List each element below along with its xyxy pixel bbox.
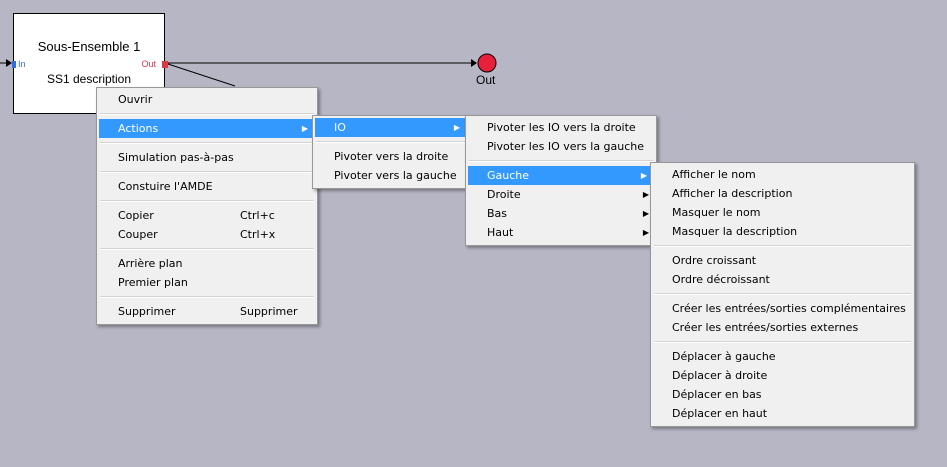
shortcut-label: Supprimer — [240, 305, 298, 318]
menu-item-label: Afficher la description — [672, 187, 793, 200]
menu-item-label: Déplacer à droite — [672, 369, 768, 382]
menu-item-creer-externes[interactable]: Créer les entrées/sorties externes — [651, 318, 914, 337]
submenu-arrow-icon: ▶ — [642, 209, 649, 218]
menu-separator — [654, 341, 911, 343]
drag-wire — [167, 63, 236, 87]
menu-separator — [100, 248, 314, 250]
context-menu: Ouvrir Actions ▶ Simulation pas-à-pas Con… — [96, 87, 318, 325]
menu-item-pivoter-io-droite[interactable]: Pivoter les IO vers la droite — [466, 118, 656, 137]
menu-item-creer-complementaires[interactable]: Créer les entrées/sorties complémentaire… — [651, 299, 914, 318]
in-port-label: In — [18, 59, 26, 69]
menu-item-gauche[interactable]: Gauche ▶ — [468, 166, 654, 185]
menu-item-label: Déplacer en bas — [672, 388, 762, 401]
io-submenu: Pivoter les IO vers la droite Pivoter le… — [465, 115, 657, 246]
menu-item-masquer-description[interactable]: Masquer la description — [651, 222, 914, 241]
menu-separator — [100, 200, 314, 202]
menu-item-label: Ordre décroissant — [672, 273, 770, 286]
menu-item-label: Simulation pas-à-pas — [118, 151, 234, 164]
menu-item-label: Déplacer en haut — [672, 407, 768, 420]
submenu-arrow-icon: ▶ — [642, 190, 649, 199]
menu-item-label: Constuire l'AMDE — [118, 180, 213, 193]
out-port-marker[interactable] — [162, 61, 168, 68]
menu-item-couper[interactable]: Couper Ctrl+x — [97, 225, 317, 244]
menu-item-deplacer-bas[interactable]: Déplacer en bas — [651, 385, 914, 404]
out-port-label: Out — [141, 59, 156, 69]
menu-item-label: Pivoter vers la droite — [334, 150, 449, 163]
menu-item-label: Bas — [487, 207, 508, 220]
menu-item-label: IO — [334, 121, 346, 134]
menu-item-pivoter-gauche[interactable]: Pivoter vers la gauche — [313, 166, 469, 185]
menu-item-label: Ordre croissant — [672, 254, 757, 267]
menu-item-premier-plan[interactable]: Premier plan — [97, 273, 317, 292]
menu-item-copier[interactable]: Copier Ctrl+c — [97, 206, 317, 225]
menu-item-label: Haut — [487, 226, 514, 239]
output-node-circle[interactable] — [477, 53, 497, 73]
menu-item-masquer-nom[interactable]: Masquer le nom — [651, 203, 914, 222]
menu-item-label: Afficher le nom — [672, 168, 756, 181]
menu-item-construire-amde[interactable]: Constuire l'AMDE — [97, 177, 317, 196]
menu-item-label: Droite — [487, 188, 521, 201]
menu-item-simulation[interactable]: Simulation pas-à-pas — [97, 148, 317, 167]
output-node-label: Out — [476, 73, 496, 87]
menu-item-ordre-croissant[interactable]: Ordre croissant — [651, 251, 914, 270]
submenu-arrow-icon: ▶ — [640, 171, 647, 180]
menu-item-label: Déplacer à gauche — [672, 350, 776, 363]
menu-item-label: Copier — [118, 209, 154, 222]
block-description: SS1 description — [46, 72, 132, 86]
menu-item-afficher-nom[interactable]: Afficher le nom — [651, 165, 914, 184]
menu-item-deplacer-haut[interactable]: Déplacer en haut — [651, 404, 914, 423]
menu-item-deplacer-gauche[interactable]: Déplacer à gauche — [651, 347, 914, 366]
menu-item-io[interactable]: IO ▶ — [315, 118, 467, 137]
menu-item-label: Gauche — [487, 169, 530, 182]
menu-item-label: Premier plan — [118, 276, 188, 289]
menu-item-deplacer-droite[interactable]: Déplacer à droite — [651, 366, 914, 385]
menu-item-label: Masquer la description — [672, 225, 798, 238]
menu-item-label: Ouvrir — [118, 93, 153, 106]
menu-item-haut[interactable]: Haut ▶ — [466, 223, 656, 242]
menu-separator — [100, 171, 314, 173]
menu-item-actions[interactable]: Actions ▶ — [99, 119, 315, 138]
menu-item-pivoter-droite[interactable]: Pivoter vers la droite — [313, 147, 469, 166]
block-title: Sous-Ensemble 1 — [37, 39, 141, 54]
menu-item-label: Pivoter les IO vers la gauche — [487, 140, 645, 153]
submenu-arrow-icon: ▶ — [453, 123, 460, 132]
output-arrow-icon — [471, 59, 477, 67]
menu-item-supprimer[interactable]: Supprimer Supprimer — [97, 302, 317, 321]
menu-item-bas[interactable]: Bas ▶ — [466, 204, 656, 223]
menu-item-label: Actions — [118, 122, 159, 135]
shortcut-label: Ctrl+x — [240, 228, 276, 241]
menu-item-label: Couper — [118, 228, 158, 241]
menu-item-label: Masquer le nom — [672, 206, 761, 219]
submenu-arrow-icon: ▶ — [301, 124, 308, 133]
menu-separator — [100, 142, 314, 144]
menu-item-afficher-description[interactable]: Afficher la description — [651, 184, 914, 203]
submenu-arrow-icon: ▶ — [642, 228, 649, 237]
menu-separator — [469, 160, 653, 162]
menu-item-droite[interactable]: Droite ▶ — [466, 185, 656, 204]
menu-item-arriere-plan[interactable]: Arrière plan — [97, 254, 317, 273]
menu-item-ordre-decroissant[interactable]: Ordre décroissant — [651, 270, 914, 289]
menu-separator — [100, 296, 314, 298]
menu-item-ouvrir[interactable]: Ouvrir — [97, 90, 317, 109]
menu-separator — [654, 293, 911, 295]
actions-submenu: IO ▶ Pivoter vers la droite Pivoter vers … — [312, 115, 470, 189]
in-port-marker[interactable] — [12, 61, 16, 68]
gauche-submenu: Afficher le nom Afficher la description … — [650, 162, 915, 427]
shortcut-label: Ctrl+c — [240, 209, 275, 222]
menu-item-label: Supprimer — [118, 305, 176, 318]
menu-item-label: Créer les entrées/sorties complémentaire… — [672, 302, 906, 315]
menu-separator — [316, 141, 466, 143]
menu-separator — [654, 245, 911, 247]
menu-item-pivoter-io-gauche[interactable]: Pivoter les IO vers la gauche — [466, 137, 656, 156]
menu-item-label: Pivoter vers la gauche — [334, 169, 457, 182]
menu-separator — [100, 113, 314, 115]
menu-item-label: Arrière plan — [118, 257, 183, 270]
menu-item-label: Pivoter les IO vers la droite — [487, 121, 636, 134]
menu-item-label: Créer les entrées/sorties externes — [672, 321, 859, 334]
